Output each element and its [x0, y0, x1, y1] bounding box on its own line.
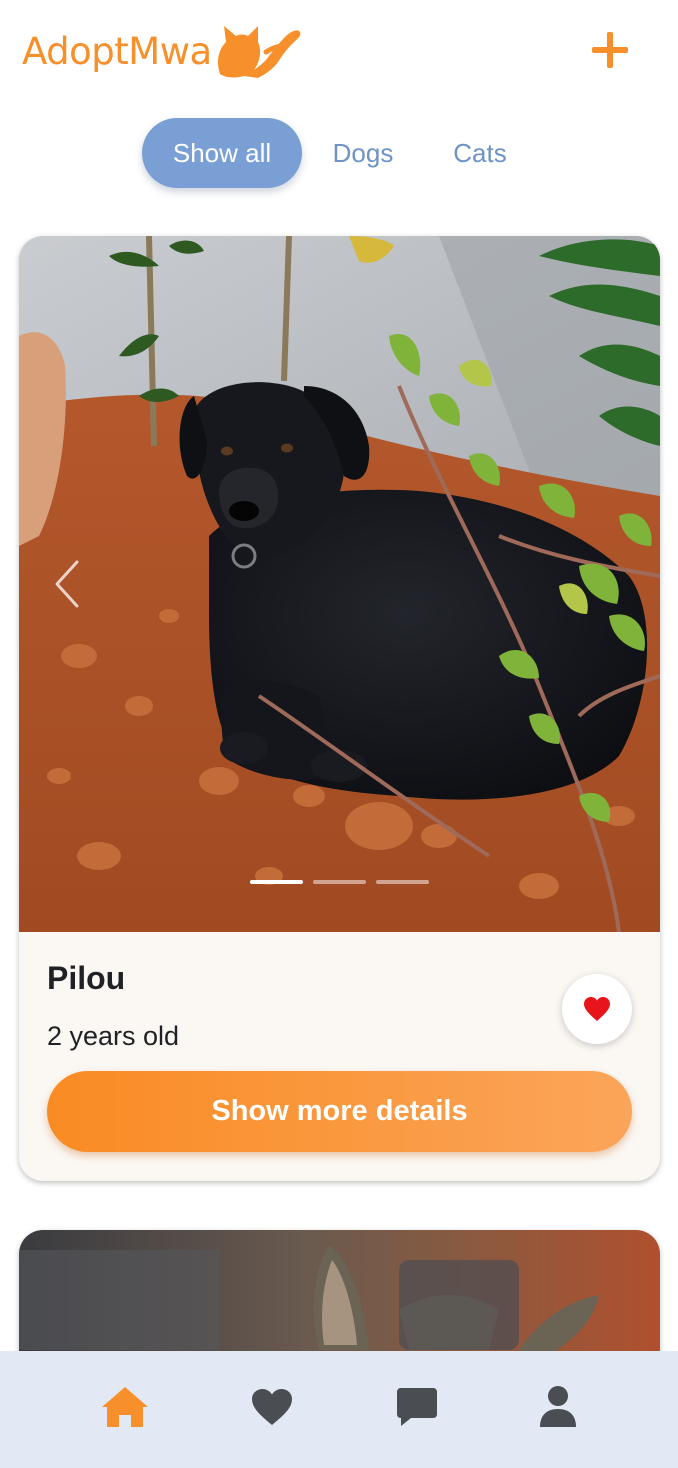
carousel-prev-icon[interactable] [49, 556, 85, 612]
home-icon [102, 1387, 148, 1427]
pet-card[interactable]: Pilou 2 years old Show more details [19, 236, 660, 1181]
app-header: AdoptMwa [0, 0, 678, 100]
tab-dogs[interactable]: Dogs [312, 118, 414, 188]
add-pet-button[interactable] [586, 26, 634, 74]
carousel-dot[interactable] [250, 880, 303, 884]
favorite-button[interactable] [562, 974, 632, 1044]
dog-photo-illustration [19, 236, 660, 932]
plus-icon [592, 32, 628, 68]
tab-cats[interactable]: Cats [432, 118, 528, 188]
nav-messages[interactable] [389, 1379, 445, 1435]
logo-text: AdoptMwa [22, 29, 212, 73]
pet-age: 2 years old [47, 1021, 180, 1051]
nav-profile[interactable] [530, 1379, 586, 1435]
chat-icon [397, 1388, 437, 1426]
carousel-dot[interactable] [376, 880, 429, 884]
cat-hand-icon [217, 26, 301, 78]
pet-name: Pilou [47, 960, 126, 996]
heart-icon [584, 997, 610, 1021]
filter-tabs: Show all Dogs Cats [0, 118, 678, 190]
pet-photo[interactable] [19, 236, 660, 932]
nav-home[interactable] [97, 1379, 153, 1435]
user-icon [540, 1386, 576, 1427]
carousel-indicators [250, 880, 429, 884]
tab-show-all[interactable]: Show all [142, 118, 302, 188]
show-details-button[interactable]: Show more details [47, 1071, 632, 1152]
nav-favorites[interactable] [244, 1379, 300, 1435]
bottom-nav [0, 1351, 678, 1468]
carousel-dot[interactable] [313, 880, 366, 884]
heart-icon [252, 1389, 292, 1425]
logo[interactable]: AdoptMwa [22, 22, 304, 80]
